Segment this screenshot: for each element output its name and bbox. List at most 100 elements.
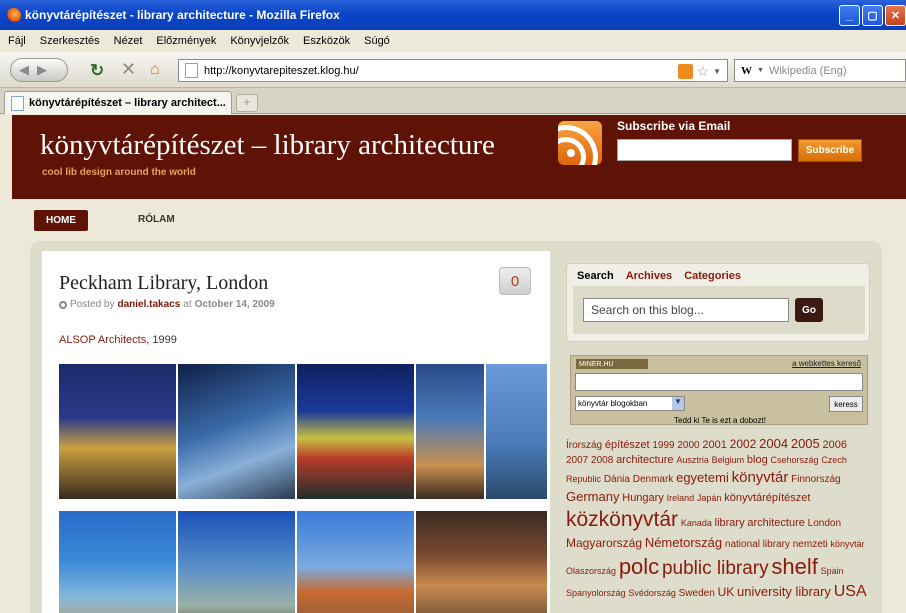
bookmark-star-icon[interactable]: ☆ — [697, 63, 710, 80]
tag-link[interactable]: 1999 — [652, 440, 674, 451]
tag-link[interactable]: public library — [662, 558, 769, 579]
minimize-button[interactable]: _ — [839, 5, 860, 26]
tag-link[interactable]: Csehország — [771, 455, 819, 465]
tag-link[interactable]: Sweden — [679, 588, 715, 599]
tab-search[interactable]: Search — [577, 270, 614, 282]
menu-view[interactable]: Nézet — [114, 35, 143, 47]
tab-archives[interactable]: Archives — [626, 270, 672, 282]
new-tab-button[interactable]: + — [236, 94, 258, 112]
tag-link[interactable]: 2008 — [591, 455, 613, 466]
back-forward-buttons[interactable]: ◀ ▶ — [10, 58, 68, 82]
tag-link[interactable]: UK — [718, 585, 735, 599]
gallery-photo[interactable] — [178, 364, 295, 499]
rss-feed-icon[interactable] — [677, 64, 693, 79]
tag-link[interactable]: Denmark — [633, 474, 674, 485]
dropdown-arrow-icon[interactable]: ▼ — [713, 67, 721, 76]
blog-search-input[interactable]: Search on this blog... — [583, 298, 789, 322]
rss-icon[interactable] — [558, 121, 602, 165]
tag-link[interactable]: Németország — [645, 535, 722, 550]
gallery-photo[interactable] — [416, 511, 547, 613]
gallery-photo[interactable] — [486, 364, 547, 499]
menu-history[interactable]: Előzmények — [156, 35, 216, 47]
tag-link[interactable]: blog — [747, 454, 768, 466]
blog-search-button[interactable]: Go — [795, 298, 823, 322]
search-bar[interactable]: W ▼ Wikipedia (Eng) — [734, 59, 906, 82]
tag-link[interactable]: 2001 — [702, 439, 726, 451]
tag-link[interactable]: építészet — [605, 439, 650, 451]
tag-link[interactable]: Kanada — [681, 518, 712, 528]
menu-edit[interactable]: Szerkesztés — [40, 35, 100, 47]
post-author[interactable]: daniel.takacs — [117, 299, 180, 310]
home-icon[interactable]: ⌂ — [150, 61, 160, 79]
menu-tools[interactable]: Eszközök — [303, 35, 350, 47]
menu-bookmarks[interactable]: Könyvjelzők — [230, 35, 289, 47]
tag-link[interactable]: polc — [619, 554, 659, 579]
reload-icon[interactable]: ↻ — [90, 61, 104, 81]
tag-link[interactable]: Germany — [566, 489, 619, 504]
miner-select[interactable]: könyvtár blogokban ▼ — [575, 396, 685, 411]
tab-categories[interactable]: Categories — [684, 270, 741, 282]
gallery-photo[interactable] — [59, 511, 176, 613]
tag-link[interactable]: Japán — [697, 493, 722, 503]
miner-search-input[interactable] — [575, 373, 863, 391]
gallery-photo[interactable] — [297, 511, 414, 613]
post-title[interactable]: Peckham Library, London — [59, 272, 268, 295]
tag-link[interactable]: university library — [737, 584, 831, 599]
tag-link[interactable]: 2004 — [759, 436, 788, 451]
tag-link[interactable]: nemzeti — [793, 539, 828, 550]
subscribe-button[interactable]: Subscribe — [798, 139, 862, 162]
menu-help[interactable]: Súgó — [364, 35, 390, 47]
tag-link[interactable]: Ausztria — [676, 455, 709, 465]
search-engine-dropdown-icon[interactable]: ▼ — [757, 67, 764, 74]
stop-icon[interactable]: ✕ — [121, 59, 136, 80]
tag-link[interactable]: Hungary — [622, 492, 664, 504]
tag-link[interactable]: 2000 — [677, 440, 699, 451]
tag-link[interactable]: London — [808, 518, 841, 529]
tag-link[interactable]: Spanyolország — [566, 588, 626, 598]
nav-home[interactable]: HOME — [34, 210, 88, 231]
gallery-photo[interactable] — [416, 364, 484, 499]
tag-link[interactable]: közkönyvtár — [566, 508, 678, 531]
tag-link[interactable]: 2007 — [566, 455, 588, 466]
tag-link[interactable]: Spain — [821, 566, 844, 576]
forward-arrow-icon[interactable]: ▶ — [37, 62, 47, 78]
gallery-photo[interactable] — [178, 511, 295, 613]
tag-link[interactable]: architecture — [747, 517, 804, 529]
tag-link[interactable]: 2005 — [791, 436, 820, 451]
site-title[interactable]: könyvtárépítészet – library architecture — [40, 129, 565, 162]
tag-link[interactable]: Írország — [566, 440, 602, 451]
architect-link[interactable]: ALSOP Architects — [59, 334, 146, 346]
close-button[interactable]: ✕ — [885, 5, 906, 26]
tag-link[interactable]: könyvtár — [831, 539, 865, 549]
tag-link[interactable]: USA — [834, 583, 867, 600]
miner-link[interactable]: a webkettes kereső — [792, 359, 861, 368]
tag-link[interactable]: architecture — [616, 454, 673, 466]
tag-link[interactable]: könyvtárépítészet — [724, 492, 810, 504]
miner-search-button[interactable]: keress — [829, 396, 863, 412]
nav-rolam[interactable]: RÓLAM — [138, 214, 175, 225]
tag-link[interactable]: Magyarország — [566, 536, 642, 550]
tab-active[interactable]: könyvtárépítészet – library architect... — [4, 91, 232, 114]
tag-link[interactable]: egyetemi — [676, 470, 729, 485]
miner-logo[interactable]: MINER.HU — [576, 359, 648, 369]
comment-count[interactable]: 0 — [499, 267, 531, 295]
tag-link[interactable]: library — [715, 517, 745, 529]
tag-link[interactable]: Ireland — [667, 493, 695, 503]
miner-footer[interactable]: Tedd ki Te is ezt a dobozt! — [571, 416, 869, 425]
tag-link[interactable]: Svédország — [628, 588, 676, 598]
url-bar[interactable]: http://konyvtarepiteszet.klog.hu/ ☆ ▼ — [178, 59, 728, 82]
maximize-button[interactable]: ▢ — [862, 5, 883, 26]
tag-link[interactable]: Dánia — [604, 474, 630, 485]
menu-file[interactable]: Fájl — [8, 35, 26, 47]
subscribe-email-input[interactable] — [617, 139, 792, 161]
tag-link[interactable]: shelf — [771, 554, 817, 579]
tag-link[interactable]: Olaszország — [566, 566, 616, 576]
chevron-down-icon[interactable]: ▼ — [672, 397, 684, 410]
gallery-photo[interactable] — [297, 364, 414, 499]
tag-link[interactable]: 2002 — [730, 437, 757, 451]
back-arrow-icon[interactable]: ◀ — [19, 62, 29, 78]
tag-link[interactable]: Belgium — [712, 455, 745, 465]
gallery-photo[interactable] — [59, 364, 176, 499]
tag-link[interactable]: national library — [725, 539, 790, 550]
tag-link[interactable]: könyvtár — [732, 469, 789, 486]
